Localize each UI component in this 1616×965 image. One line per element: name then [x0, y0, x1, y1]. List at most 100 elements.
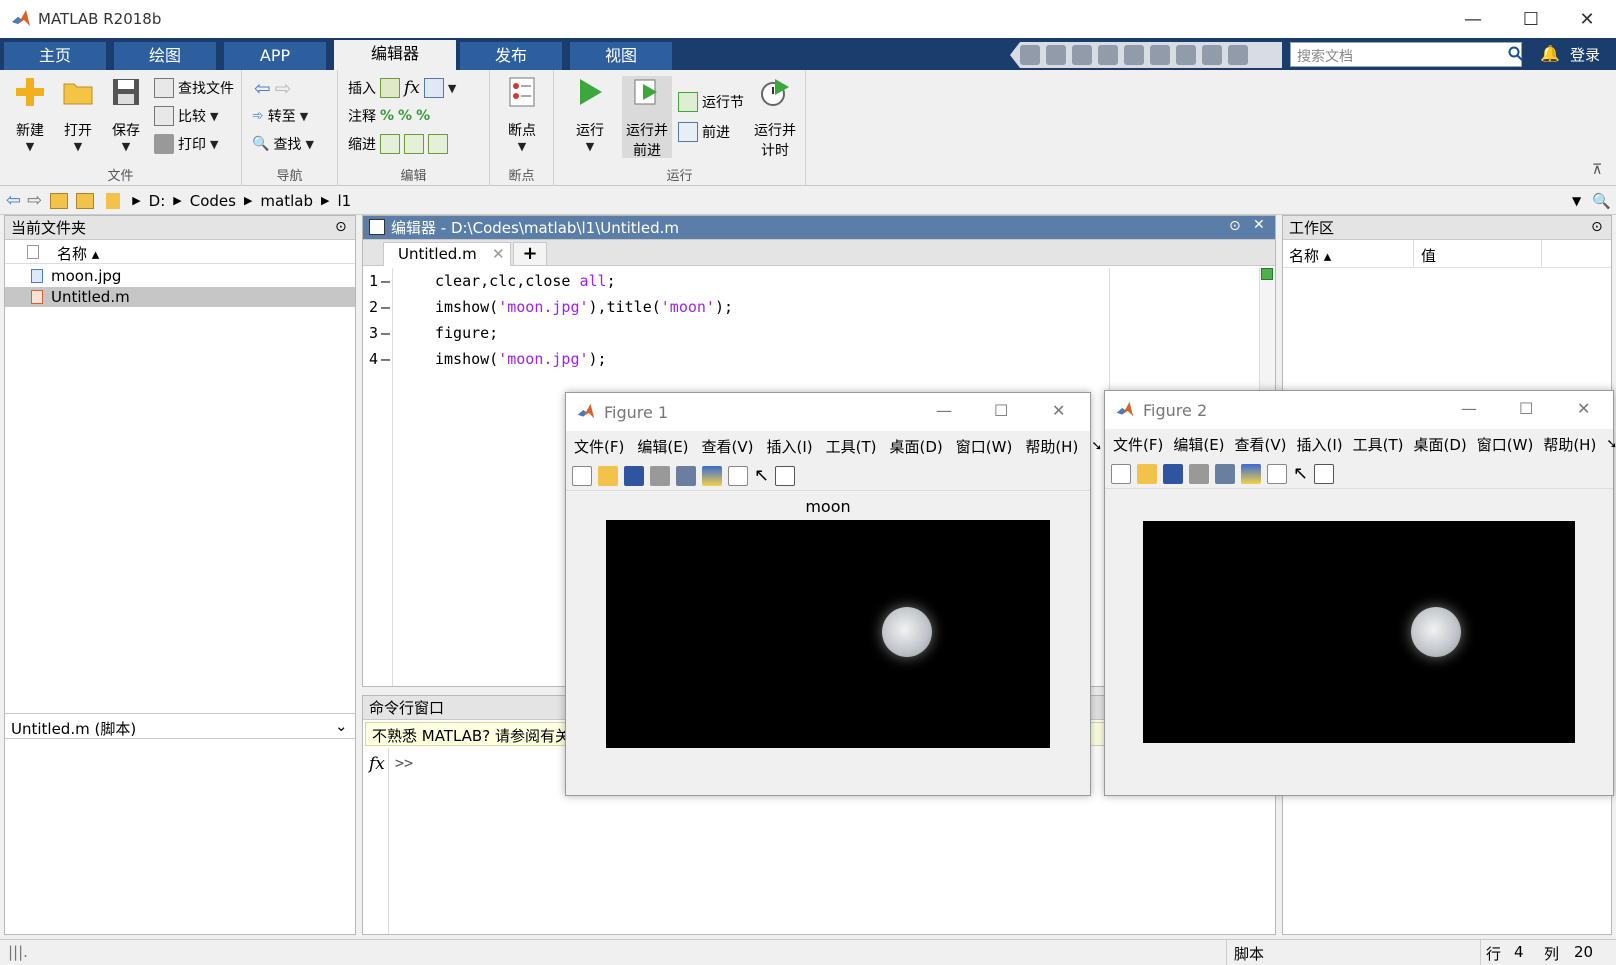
menu-edit[interactable]: 编辑(E)	[1173, 434, 1224, 455]
fx-icon[interactable]: fx	[404, 78, 420, 98]
new-figure-icon[interactable]	[572, 465, 592, 486]
run-and-advance-button[interactable]: 运行并 前进	[622, 76, 672, 159]
save-icon[interactable]	[1020, 45, 1040, 65]
minimize-button[interactable]: —	[1444, 0, 1502, 38]
menu-window[interactable]: 窗口(W)	[1477, 434, 1534, 455]
forward-icon[interactable]: ⇨	[27, 190, 42, 211]
column-header[interactable]: 名称 ▴	[5, 240, 355, 264]
line-dash[interactable]: —	[381, 298, 390, 316]
menu-tools[interactable]: 工具(T)	[1353, 434, 1404, 455]
increase-indent-icon[interactable]	[404, 134, 424, 154]
new-button[interactable]: 新建 ▼	[8, 76, 52, 153]
advance-button[interactable]: 前进	[678, 120, 730, 144]
menu-window[interactable]: 窗口(W)	[956, 436, 1013, 457]
file-name[interactable]: moon.jpg	[51, 267, 121, 285]
print-button[interactable]: 打印 ▼	[154, 132, 218, 156]
close-button[interactable]: ✕	[1577, 399, 1590, 418]
minimize-button[interactable]: —	[936, 401, 952, 420]
moon-image[interactable]	[606, 520, 1050, 748]
run-and-time-button[interactable]: 运行并 计时	[750, 76, 800, 160]
line-dash[interactable]: —	[381, 350, 390, 368]
line-dash[interactable]: —	[381, 272, 390, 290]
maximize-button[interactable]: ☐	[994, 401, 1008, 420]
close-button[interactable]: ✕	[1558, 0, 1616, 38]
back-icon[interactable]: ⇦	[6, 190, 21, 211]
panel-menu-icon[interactable]: ⊙	[1229, 218, 1241, 234]
path-segment[interactable]: D:	[149, 192, 166, 210]
code-line[interactable]: figure;	[435, 324, 498, 342]
back-forward[interactable]: ⇦ ⇨	[254, 76, 292, 100]
tab-home[interactable]: 主页	[4, 42, 106, 70]
menu-view[interactable]: 查看(V)	[702, 436, 754, 457]
menu-help[interactable]: 帮助(H)	[1543, 434, 1596, 455]
property-editor-icon[interactable]	[775, 465, 796, 486]
search-input[interactable]: 搜索文档	[1290, 42, 1522, 67]
insert-button[interactable]: 插入 fx ▼	[348, 76, 456, 100]
paste-icon[interactable]	[1098, 45, 1118, 65]
insert-section-icon[interactable]	[380, 78, 400, 98]
dock-arrow-icon[interactable]: ➘	[1091, 439, 1102, 454]
print-figure-icon[interactable]	[650, 465, 670, 486]
compare-button[interactable]: 比较 ▼	[154, 104, 218, 128]
panel-menu-icon[interactable]: ⊙	[335, 219, 347, 235]
search-folder-icon[interactable]: 🔍	[1592, 192, 1611, 210]
maximize-button[interactable]: ☐	[1502, 0, 1560, 38]
menu-desktop[interactable]: 桌面(D)	[890, 436, 943, 457]
menu-edit[interactable]: 编辑(E)	[637, 436, 688, 457]
bell-icon[interactable]: 🔔	[1540, 44, 1560, 63]
close-tab-icon[interactable]: ✕	[492, 245, 505, 263]
browse-folder-icon[interactable]	[76, 192, 95, 209]
link-plot-icon[interactable]	[676, 465, 696, 486]
new-figure-icon[interactable]	[1111, 463, 1131, 484]
find-button[interactable]: 🔍 查找 ▼	[252, 132, 314, 156]
resize-grip-icon[interactable]: |||.	[8, 943, 28, 961]
menu-desktop[interactable]: 桌面(D)	[1414, 434, 1467, 455]
find-files-button[interactable]: 查找文件	[154, 76, 234, 100]
wrap-comment-icon[interactable]: %	[416, 108, 430, 124]
arrow-right-icon[interactable]: ⇨	[275, 76, 292, 100]
run-button[interactable]: 运行 ▼	[568, 76, 612, 153]
uncomment-icon[interactable]: %	[398, 108, 412, 124]
insert-function-icon[interactable]	[423, 78, 444, 98]
tab-publish[interactable]: 发布	[460, 42, 562, 70]
customize-icon[interactable]	[1228, 45, 1248, 65]
save-button[interactable]: 保存 ▼	[104, 76, 148, 153]
copy-icon[interactable]	[1072, 45, 1092, 65]
command-prompt[interactable]: >>	[395, 754, 413, 772]
moon-image[interactable]	[1143, 521, 1575, 743]
pointer-icon[interactable]: ↖	[754, 465, 769, 486]
switch-windows-icon[interactable]	[1176, 45, 1196, 65]
login-button[interactable]: 登录	[1570, 44, 1600, 65]
code-status-icon[interactable]	[1261, 268, 1273, 280]
help-icon[interactable]	[1202, 45, 1222, 65]
menu-help[interactable]: 帮助(H)	[1025, 436, 1078, 457]
maximize-button[interactable]: ☐	[1519, 399, 1533, 418]
close-editor-icon[interactable]: ✕	[1253, 217, 1265, 233]
search-icon[interactable]	[1508, 46, 1524, 62]
chevron-down-icon[interactable]: ⌄	[335, 717, 348, 735]
dropdown-arrow-icon[interactable]: ▼	[448, 82, 456, 95]
menu-insert[interactable]: 插入(I)	[1297, 434, 1343, 455]
list-item[interactable]: Untitled.m	[5, 287, 355, 307]
decrease-indent-icon[interactable]	[428, 134, 448, 154]
open-file-icon[interactable]	[598, 465, 618, 486]
details-header[interactable]: Untitled.m (脚本) ⌄	[5, 713, 355, 739]
colorbar-icon[interactable]	[1241, 463, 1261, 484]
open-file-icon[interactable]	[1137, 463, 1157, 484]
menu-file[interactable]: 文件(F)	[574, 436, 624, 457]
save-figure-icon[interactable]	[624, 465, 644, 486]
menu-tools[interactable]: 工具(T)	[826, 436, 877, 457]
menu-file[interactable]: 文件(F)	[1113, 434, 1163, 455]
property-editor-icon[interactable]	[1314, 463, 1335, 484]
tab-view[interactable]: 视图	[570, 42, 672, 70]
tab-plots[interactable]: 绘图	[114, 42, 216, 70]
path-segment[interactable]: l1	[337, 192, 351, 210]
add-tab-button[interactable]: +	[513, 242, 547, 266]
cut-icon[interactable]	[1046, 45, 1066, 65]
smart-indent-icon[interactable]	[380, 134, 400, 154]
name-column-header[interactable]: 名称 ▴	[1289, 245, 1331, 266]
value-column-header[interactable]: 值	[1421, 245, 1436, 266]
path-dropdown-icon[interactable]: ▼	[1572, 194, 1581, 208]
tab-editor[interactable]: 编辑器	[334, 40, 456, 70]
code-line[interactable]: clear,clc,close all;	[435, 272, 616, 290]
